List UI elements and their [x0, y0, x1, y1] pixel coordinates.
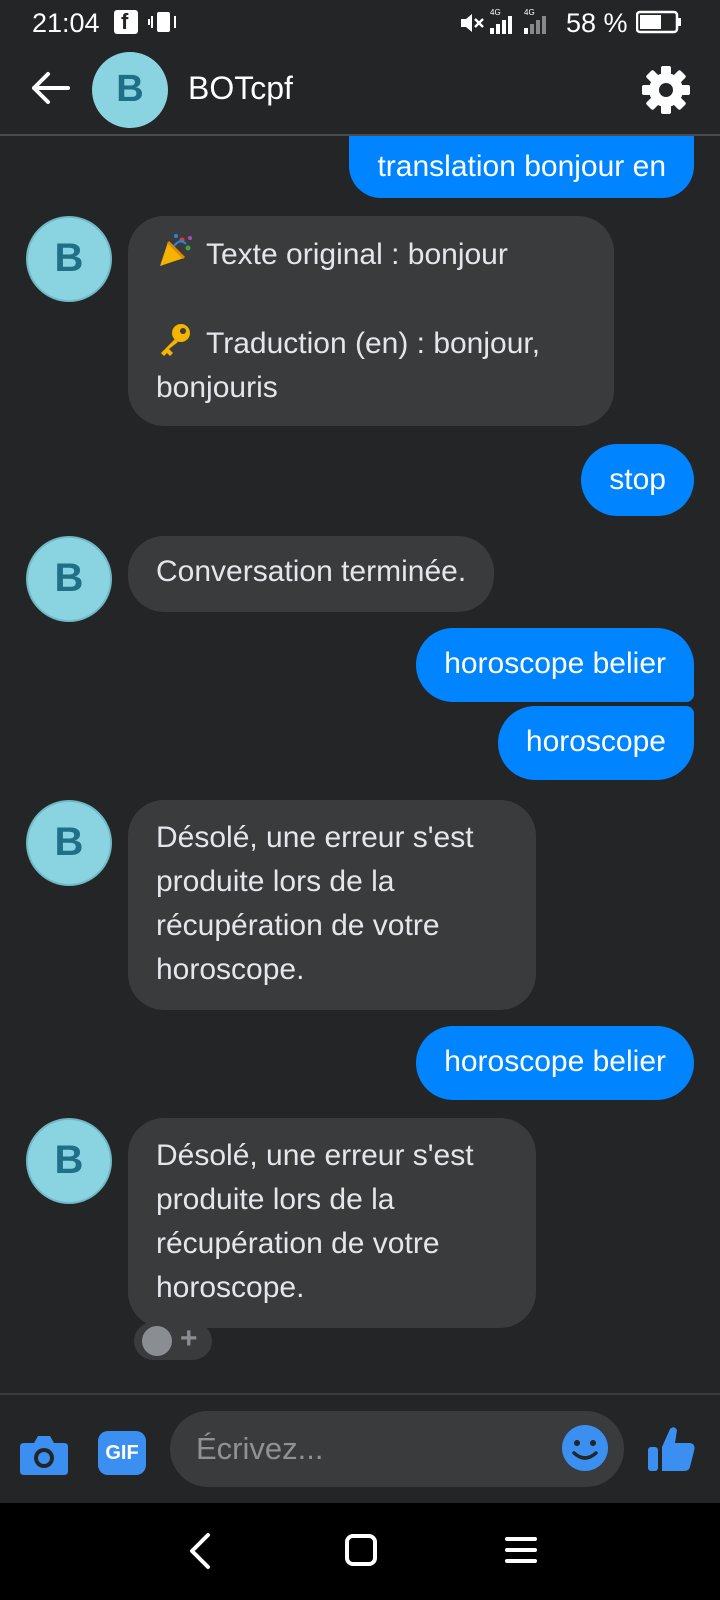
message-text: Désolé, une erreur s'est produite lors d… [156, 1139, 474, 1304]
party-popper-icon [160, 234, 192, 266]
battery-icon [636, 10, 681, 34]
vibrate-icon [148, 12, 176, 32]
message-outgoing[interactable]: horoscope belier [416, 628, 694, 702]
nav-back-icon[interactable] [184, 1531, 218, 1571]
add-reaction-button[interactable]: + [134, 1322, 212, 1360]
reaction-smiley-icon [142, 1326, 172, 1356]
key-icon [161, 324, 190, 356]
avatar-letter: B [116, 68, 144, 110]
message-text: horoscope belier [444, 1045, 666, 1078]
status-time: 21:04 [32, 8, 100, 38]
svg-text:4G: 4G [524, 8, 535, 17]
message-line: Traduction (en) : bonjour, bonjouris [156, 321, 586, 410]
message-outgoing[interactable]: horoscope belier [416, 1026, 694, 1100]
chat-header: B BOTcpf [0, 46, 720, 136]
bot-avatar: B [26, 800, 112, 886]
message-outgoing[interactable]: stop [581, 444, 694, 516]
composer-bar: GIF [0, 1393, 720, 1503]
contact-name[interactable]: BOTcpf [188, 70, 293, 107]
message-outgoing[interactable]: horoscope [497, 706, 694, 780]
bot-avatar: B [26, 536, 112, 622]
message-text: translation bonjour en [377, 150, 666, 183]
message-text: stop [609, 463, 666, 496]
message-incoming[interactable]: Conversation terminée. [128, 536, 495, 612]
message-incoming[interactable]: Désolé, une erreur s'est produite lors d… [128, 800, 536, 1010]
contact-avatar[interactable]: B [92, 52, 168, 128]
facebook-notification-icon: f [114, 9, 138, 34]
gif-button[interactable]: GIF [98, 1431, 146, 1475]
message-text: horoscope belier [444, 647, 666, 680]
emoji-icon[interactable] [560, 1423, 610, 1473]
signal-icon-sim2: 4G [524, 8, 546, 34]
gear-icon[interactable] [640, 64, 692, 116]
camera-icon[interactable] [18, 1431, 70, 1477]
message-input[interactable] [170, 1411, 624, 1487]
message-incoming[interactable]: Désolé, une erreur s'est produite lors d… [128, 1118, 536, 1328]
plus-icon: + [180, 1322, 198, 1355]
signal-icon-sim1: 4G [490, 8, 512, 34]
mute-icon [461, 14, 484, 32]
message-text: Conversation terminée. [156, 555, 467, 588]
battery-percentage: 58 % [566, 8, 628, 38]
message-text: horoscope [525, 725, 666, 758]
message-text: Désolé, une erreur s'est produite lors d… [156, 821, 474, 986]
nav-home-icon[interactable] [344, 1533, 378, 1567]
status-bar: 21:04 f 4G 4G 58 % [0, 0, 720, 46]
bot-avatar: B [26, 1118, 112, 1204]
bot-avatar: B [26, 216, 112, 302]
svg-text:4G: 4G [490, 8, 501, 17]
message-outgoing[interactable]: translation bonjour en [349, 136, 694, 198]
nav-menu-icon[interactable] [504, 1533, 538, 1567]
thumbs-up-icon[interactable] [646, 1423, 698, 1475]
system-navigation-bar [0, 1503, 720, 1600]
messenger-screen: 21:04 f 4G 4G 58 % B BOTcpf translation … [0, 0, 720, 1600]
message-incoming[interactable]: Texte original : bonjour Traduction (en)… [128, 216, 614, 426]
message-line: Texte original : bonjour [156, 232, 586, 277]
back-arrow-icon[interactable] [28, 66, 72, 110]
